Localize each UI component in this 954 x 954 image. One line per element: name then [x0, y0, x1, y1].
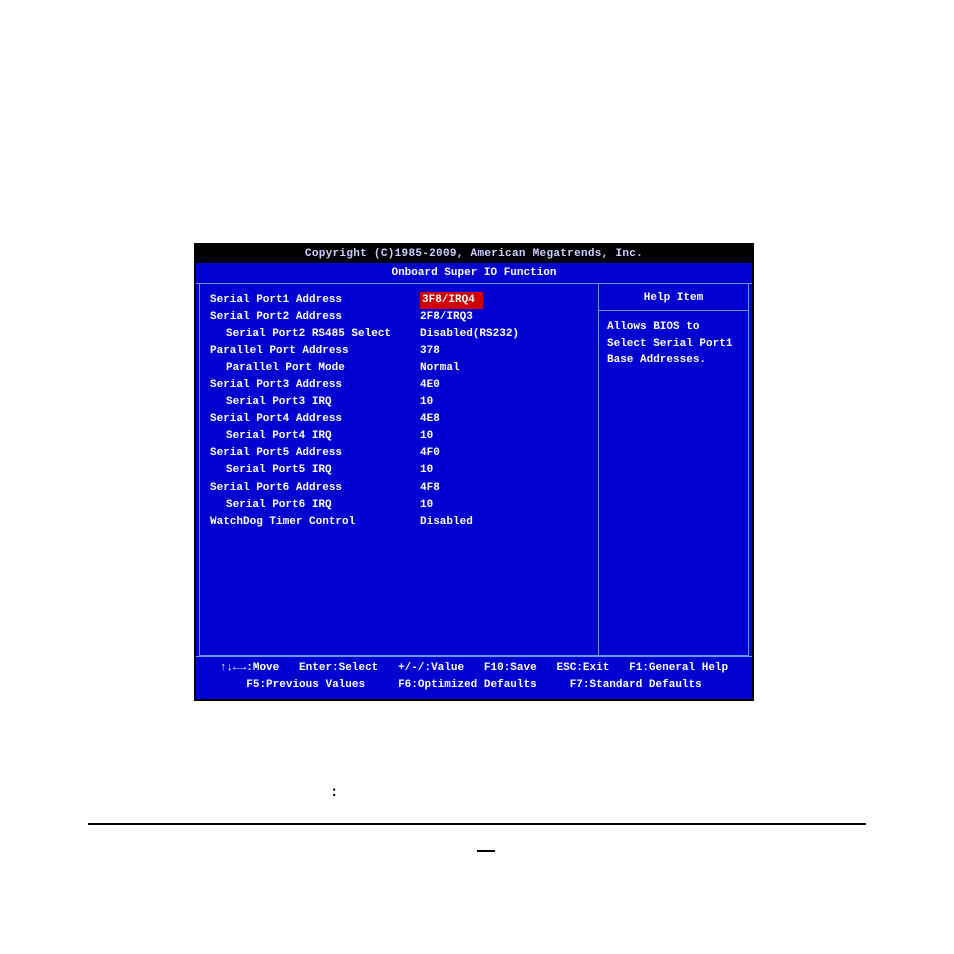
setting-label: Serial Port6 Address: [210, 480, 420, 497]
setting-row[interactable]: WatchDog Timer ControlDisabled: [210, 514, 588, 531]
footer-line-1: ↑↓←→:Move Enter:Select +/-/:Value F10:Sa…: [220, 660, 728, 677]
stray-colon: :: [330, 785, 338, 801]
setting-row[interactable]: Serial Port6 Address4F8: [210, 480, 588, 497]
setting-label: Serial Port5 IRQ: [210, 462, 420, 479]
setting-value[interactable]: 4F0: [420, 447, 440, 459]
setting-row[interactable]: Serial Port5 Address4F0: [210, 445, 588, 462]
settings-panel[interactable]: Serial Port1 Address3F8/IRQ4Serial Port2…: [199, 284, 599, 656]
setting-row[interactable]: Serial Port6 IRQ10: [210, 497, 588, 514]
footer-bar: ↑↓←→:Move Enter:Select +/-/:Value F10:Sa…: [196, 656, 752, 696]
help-panel: Help Item Allows BIOS to Select Serial P…: [599, 284, 749, 656]
help-body: Allows BIOS to Select Serial Port1 Base …: [599, 311, 748, 377]
setting-label: Parallel Port Mode: [210, 360, 420, 377]
setting-row[interactable]: Serial Port3 IRQ10: [210, 394, 588, 411]
bios-window: Copyright (C)1985-2009, American Megatre…: [194, 243, 754, 701]
setting-label: WatchDog Timer Control: [210, 514, 420, 531]
setting-label: Serial Port1 Address: [210, 292, 420, 309]
hr-line: [88, 823, 866, 825]
setting-value[interactable]: 10: [420, 430, 433, 442]
setting-label: Serial Port5 Address: [210, 445, 420, 462]
setting-value[interactable]: 4E8: [420, 413, 440, 425]
help-title: Help Item: [599, 284, 748, 311]
bios-body: Serial Port1 Address3F8/IRQ4Serial Port2…: [196, 284, 752, 656]
setting-label: Serial Port2 RS485 Select: [210, 326, 420, 343]
bios-titlebar: Copyright (C)1985-2009, American Megatre…: [196, 245, 752, 263]
setting-value[interactable]: 4E0: [420, 379, 440, 391]
setting-value[interactable]: 10: [420, 464, 433, 476]
setting-value[interactable]: 2F8/IRQ3: [420, 311, 473, 323]
stray-underscore: [477, 850, 495, 852]
setting-label: Serial Port3 Address: [210, 377, 420, 394]
setting-row[interactable]: Parallel Port ModeNormal: [210, 360, 588, 377]
setting-label: Serial Port3 IRQ: [210, 394, 420, 411]
setting-value[interactable]: 3F8/IRQ4: [420, 292, 483, 309]
setting-row[interactable]: Parallel Port Address378: [210, 343, 588, 360]
setting-label: Serial Port4 IRQ: [210, 428, 420, 445]
setting-row[interactable]: Serial Port1 Address3F8/IRQ4: [210, 292, 588, 309]
bios-subtitle: Onboard Super IO Function: [196, 263, 752, 284]
setting-value[interactable]: 10: [420, 499, 433, 511]
setting-value[interactable]: Normal: [420, 362, 460, 374]
setting-value[interactable]: 4F8: [420, 482, 440, 494]
setting-label: Serial Port4 Address: [210, 411, 420, 428]
setting-value[interactable]: Disabled(RS232): [420, 328, 519, 340]
setting-value[interactable]: 378: [420, 345, 440, 357]
setting-label: Serial Port2 Address: [210, 309, 420, 326]
setting-label: Serial Port6 IRQ: [210, 497, 420, 514]
setting-label: Parallel Port Address: [210, 343, 420, 360]
setting-value[interactable]: 10: [420, 396, 433, 408]
setting-row[interactable]: Serial Port5 IRQ10: [210, 462, 588, 479]
setting-row[interactable]: Serial Port2 Address2F8/IRQ3: [210, 309, 588, 326]
setting-value[interactable]: Disabled: [420, 516, 473, 528]
setting-row[interactable]: Serial Port4 IRQ10: [210, 428, 588, 445]
setting-row[interactable]: Serial Port4 Address4E8: [210, 411, 588, 428]
setting-row[interactable]: Serial Port2 RS485 SelectDisabled(RS232): [210, 326, 588, 343]
footer-line-2: F5:Previous Values F6:Optimized Defaults…: [246, 677, 701, 694]
setting-row[interactable]: Serial Port3 Address4E0: [210, 377, 588, 394]
